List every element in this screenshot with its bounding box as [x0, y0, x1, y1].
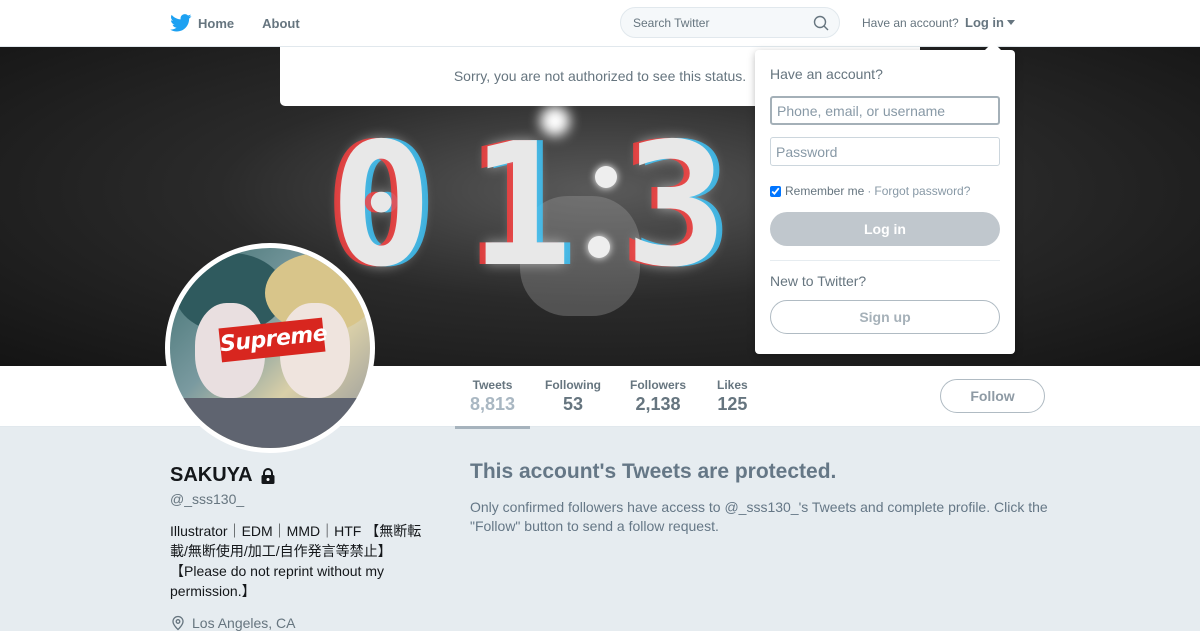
nav-home[interactable]: Home: [170, 14, 234, 32]
profile-location: Los Angeles, CA: [170, 615, 296, 631]
avatar-clothing: [170, 398, 370, 448]
stat-value: 125: [717, 394, 748, 414]
location-pin-icon: [172, 615, 184, 631]
login-link-label: Log in: [965, 15, 1004, 30]
login-dropdown-toggle[interactable]: Log in: [965, 15, 1015, 30]
stat-likes[interactable]: Likes 125: [717, 378, 748, 415]
have-account-text: Have an account?: [862, 16, 959, 30]
lock-icon: [261, 467, 275, 484]
location-text: Los Angeles, CA: [192, 615, 296, 631]
remember-me-label[interactable]: Remember me: [785, 184, 864, 198]
password-field[interactable]: [770, 137, 1000, 166]
stat-followers[interactable]: Followers 2,138: [630, 378, 686, 415]
profile-bio: Illustrator｜EDM｜MMD｜HTF 【無断転載/無断使用/加工/自作…: [170, 523, 422, 599]
protected-description: Only confirmed followers have access to …: [470, 499, 1048, 534]
stat-label: Tweets: [472, 378, 513, 392]
nav-about-label: About: [262, 15, 300, 31]
stat-value: 2,138: [635, 394, 681, 414]
remember-me-checkbox[interactable]: [770, 185, 781, 197]
avatar-image: Supreme: [170, 248, 370, 448]
banner-digit: 3: [625, 107, 727, 305]
nav-left: Home About: [170, 0, 328, 46]
profile-name-row: SAKUYA: [170, 464, 277, 487]
banner-digit: 1: [470, 107, 572, 305]
stat-label: Followers: [630, 378, 687, 392]
search-box: [620, 7, 840, 38]
caret-down-icon: [1007, 20, 1015, 25]
login-dropdown: Have an account? Remember me · Forgot pa…: [755, 42, 1015, 354]
new-to-twitter-text: New to Twitter?: [770, 273, 867, 289]
search-icon[interactable]: [813, 15, 829, 31]
top-navigation-bar: Home About Have an account? Log in: [0, 0, 1200, 47]
stat-value: 53: [562, 394, 584, 414]
twitter-bird-icon: [170, 14, 192, 32]
follow-button[interactable]: Follow: [940, 379, 1045, 413]
signup-button[interactable]: Sign up: [770, 300, 1000, 334]
protected-title: This account's Tweets are protected.: [470, 460, 837, 483]
dropdown-divider: [770, 260, 1000, 261]
stat-label: Likes: [717, 378, 748, 392]
search-input[interactable]: [621, 8, 803, 37]
banner-colon-dot: [588, 236, 610, 258]
profile-handle[interactable]: @_sss130_: [170, 491, 244, 507]
username-field[interactable]: [770, 96, 1000, 125]
profile-avatar[interactable]: Supreme: [165, 243, 375, 453]
remember-row: Remember me · Forgot password?: [770, 184, 970, 198]
login-button[interactable]: Log in: [770, 212, 1000, 246]
profile-name[interactable]: SAKUYA: [170, 464, 253, 487]
stat-following[interactable]: Following 53: [545, 378, 601, 415]
stat-label: Following: [545, 378, 601, 392]
nav-home-label: Home: [198, 15, 235, 31]
nav-about[interactable]: About: [262, 16, 300, 31]
forgot-password-link[interactable]: Forgot password?: [874, 184, 970, 198]
banner-colon-dot: [595, 166, 617, 188]
stat-tweets[interactable]: Tweets 8,813: [454, 378, 531, 429]
separator-dot: ·: [867, 184, 872, 198]
stat-value: 8,813: [470, 394, 516, 414]
dropdown-title: Have an account?: [770, 66, 883, 82]
